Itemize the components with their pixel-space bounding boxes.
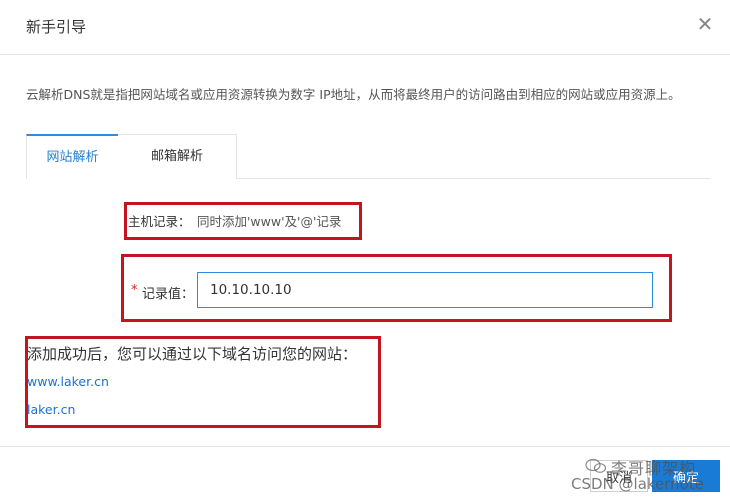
tab-website-resolution[interactable]: 网站解析 xyxy=(26,134,119,179)
success-message: 添加成功后，您可以通过以下域名访问您的网站： xyxy=(27,345,358,363)
host-record-value: 同时添加'www'及'@'记录 xyxy=(197,214,342,229)
wechat-icon xyxy=(585,458,607,473)
domain-link-root[interactable]: laker.cn xyxy=(27,402,75,417)
record-value-input[interactable] xyxy=(197,272,653,308)
footer-divider xyxy=(0,446,730,447)
dns-description: 云解析DNS就是指把网站域名或应用资源转换为数字 IP地址，从而将最终用户的访问… xyxy=(26,87,681,102)
host-record-label: 主机记录： xyxy=(128,214,191,229)
record-value-label: 记录值： xyxy=(142,287,195,302)
dialog-title: 新手引导 xyxy=(26,18,87,36)
tab-bar: 网站解析 邮箱解析 xyxy=(26,134,710,179)
watermark-csdn: CSDN @lakernote xyxy=(571,475,704,493)
domain-link-www[interactable]: www.laker.cn xyxy=(27,374,109,389)
required-mark: * xyxy=(131,283,138,298)
close-icon[interactable]: ✕ xyxy=(695,14,715,34)
tab-mail-resolution[interactable]: 邮箱解析 xyxy=(118,134,237,179)
header-divider xyxy=(0,54,730,55)
